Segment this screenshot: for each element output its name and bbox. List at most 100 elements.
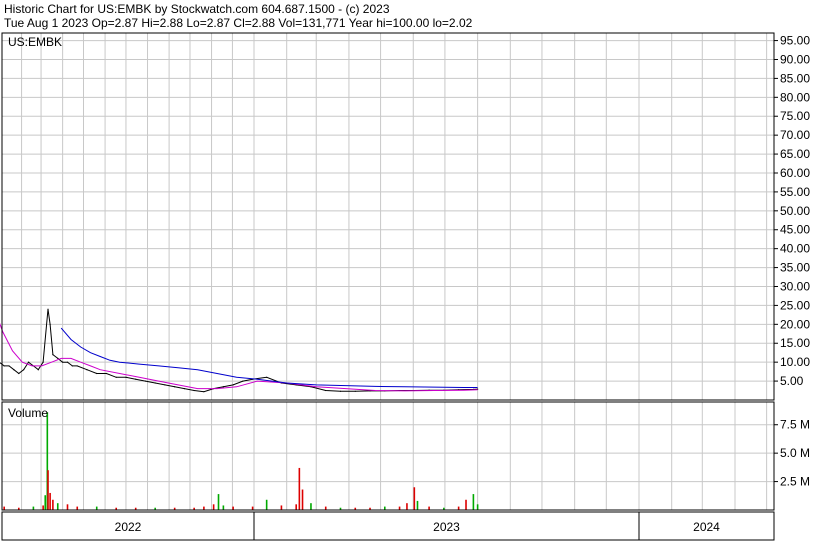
year-label: 2022 — [115, 520, 142, 534]
price-tick-label: 50.00 — [780, 204, 810, 218]
price-tick-label: 60.00 — [780, 166, 810, 180]
volume-bar — [398, 506, 401, 510]
price-tick-label: 45.00 — [780, 223, 810, 237]
price-point — [13, 369, 15, 371]
price-point — [144, 380, 147, 382]
volume-bar — [52, 499, 54, 510]
volume-bar — [280, 505, 283, 510]
volume-tick-label: 2.5 M — [780, 475, 810, 489]
price-grid — [2, 33, 774, 400]
price-tick-label: 55.00 — [780, 185, 810, 199]
volume-bar — [298, 467, 301, 510]
price-point — [105, 372, 108, 375]
price-series-group — [0, 308, 479, 393]
volume-bar — [413, 487, 416, 510]
volume-panel-frame — [1, 401, 775, 511]
volume-bar — [310, 503, 312, 510]
price-point — [23, 369, 25, 371]
volume-bar — [465, 499, 467, 510]
volume-panel-title: Volume — [8, 406, 48, 420]
price-point — [135, 378, 137, 380]
price-tick-label: 85.00 — [780, 71, 810, 85]
price-point — [96, 372, 98, 375]
stock-chart: US:EMBK Volume 5.00 10.00 15.00 20.00 25.00 3… — [0, 32, 810, 541]
price-tick-label: 65.00 — [780, 147, 810, 161]
volume-bar — [265, 499, 268, 510]
price-panel-frame — [1, 32, 775, 401]
price-point — [86, 369, 88, 371]
volume-bar — [251, 506, 254, 510]
price-point — [232, 384, 234, 386]
price-point — [115, 376, 117, 378]
price-tick-label: 10.00 — [780, 355, 810, 369]
price-tick-label: 25.00 — [780, 298, 810, 312]
time-axis: 2022 2023 2024 — [115, 512, 720, 540]
volume-bar — [457, 506, 460, 510]
volume-grid — [2, 402, 774, 510]
price-point — [27, 361, 30, 363]
price-point — [66, 361, 69, 363]
volume-bar — [232, 506, 234, 510]
price-tick-label: 35.00 — [780, 261, 810, 275]
volume-bar — [212, 504, 215, 510]
volume-bar — [42, 505, 44, 510]
volume-axis-ticks: 2.5 M 5.0 M 7.5 M — [774, 418, 810, 489]
price-point — [52, 353, 54, 356]
volume-bar — [406, 503, 408, 510]
volume-bar — [3, 506, 5, 510]
volume-bar — [32, 506, 35, 510]
price-point — [49, 323, 51, 325]
volume-bar — [476, 504, 479, 510]
price-tick-label: 15.00 — [780, 336, 810, 350]
price-point — [37, 369, 39, 371]
price-point — [3, 365, 5, 367]
volume-bar — [383, 506, 386, 510]
year-label: 2023 — [433, 520, 460, 534]
price-panel-title: US:EMBK — [8, 35, 62, 49]
price-line — [0, 309, 478, 393]
volume-bar — [301, 489, 304, 510]
price-point — [164, 384, 166, 386]
price-point — [76, 365, 78, 367]
price-tick-label: 5.00 — [780, 374, 804, 388]
volume-bar — [56, 503, 59, 510]
price-point — [174, 386, 176, 388]
price-point — [57, 357, 59, 359]
price-point — [203, 391, 205, 393]
price-point — [183, 388, 186, 390]
price-point — [222, 386, 224, 388]
price-point — [18, 372, 20, 375]
price-point — [242, 380, 244, 382]
price-point — [354, 390, 356, 392]
price-tick-label: 40.00 — [780, 242, 810, 256]
price-point — [125, 376, 127, 378]
price-point — [154, 382, 156, 384]
volume-bar — [76, 506, 79, 510]
volume-bar — [324, 506, 327, 510]
price-point — [325, 389, 327, 392]
price-point — [47, 308, 49, 310]
volume-tick-label: 5.0 M — [780, 446, 810, 460]
volume-bar — [428, 506, 430, 510]
volume-tick-label: 7.5 M — [780, 418, 810, 432]
price-tick-label: 90.00 — [780, 52, 810, 66]
price-axis-ticks: 5.00 10.00 15.00 20.00 25.00 30.00 35.00 40.00 4… — [774, 34, 810, 388]
volume-bar — [217, 494, 220, 510]
volume-bars-group — [3, 412, 479, 510]
year-label: 2024 — [693, 520, 720, 534]
volume-bar — [44, 495, 47, 510]
volume-bar — [49, 492, 51, 510]
volume-bar — [47, 470, 49, 510]
volume-bar — [95, 506, 98, 510]
volume-bar — [66, 504, 69, 510]
price-tick-label: 30.00 — [780, 279, 810, 293]
price-tick-label: 70.00 — [780, 128, 810, 142]
price-point — [42, 361, 44, 363]
price-point — [339, 390, 342, 392]
price-tick-label: 20.00 — [780, 317, 810, 331]
price-point — [193, 389, 195, 392]
price-point — [8, 365, 10, 367]
price-tick-label: 75.00 — [780, 109, 810, 123]
price-point — [71, 365, 73, 367]
volume-bar — [295, 504, 297, 510]
